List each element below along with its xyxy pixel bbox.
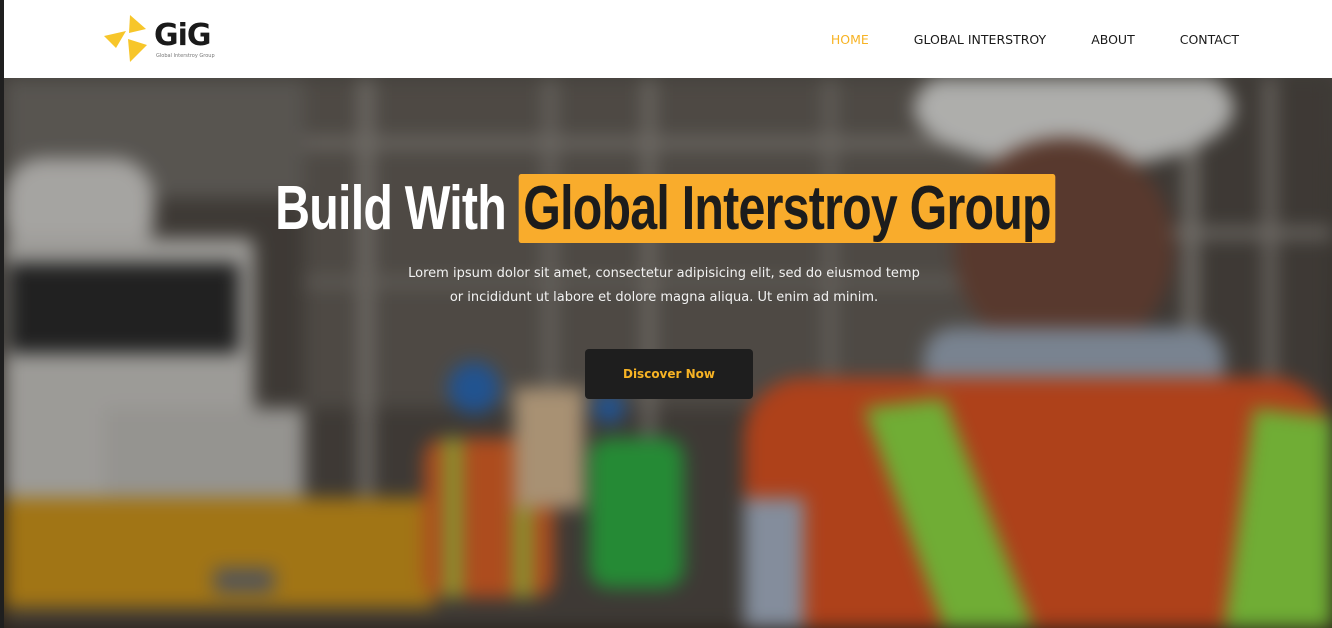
nav-item-contact[interactable]: CONTACT bbox=[1180, 32, 1239, 47]
logo-wordmark: GiG bbox=[154, 18, 212, 53]
discover-now-button[interactable]: Discover Now bbox=[585, 349, 753, 399]
site-logo[interactable]: GiG Global Interstroy Group bbox=[102, 12, 232, 66]
hero-title: Build With Global Interstroy Group bbox=[151, 173, 1181, 244]
hero-subtitle: Lorem ipsum dolor sit amet, consectetur … bbox=[408, 266, 920, 305]
nav-item-home[interactable]: HOME bbox=[831, 32, 869, 47]
hero-section: Build With Global Interstroy Group Lorem… bbox=[4, 78, 1332, 628]
hero-title-prefix: Build With bbox=[275, 174, 507, 243]
hero-title-highlight: Global Interstroy Group bbox=[518, 174, 1056, 243]
site-header: GiG Global Interstroy Group HOME GLOBAL … bbox=[4, 0, 1332, 78]
window-edge bbox=[0, 0, 4, 628]
nav-item-global-interstroy[interactable]: GLOBAL INTERSTROY bbox=[914, 32, 1046, 47]
main-nav: HOME GLOBAL INTERSTROY ABOUT CONTACT bbox=[786, 0, 1239, 78]
nav-item-about[interactable]: ABOUT bbox=[1091, 32, 1135, 47]
logo-mark-icon bbox=[104, 15, 147, 62]
logo-tagline: Global Interstroy Group bbox=[156, 53, 215, 59]
